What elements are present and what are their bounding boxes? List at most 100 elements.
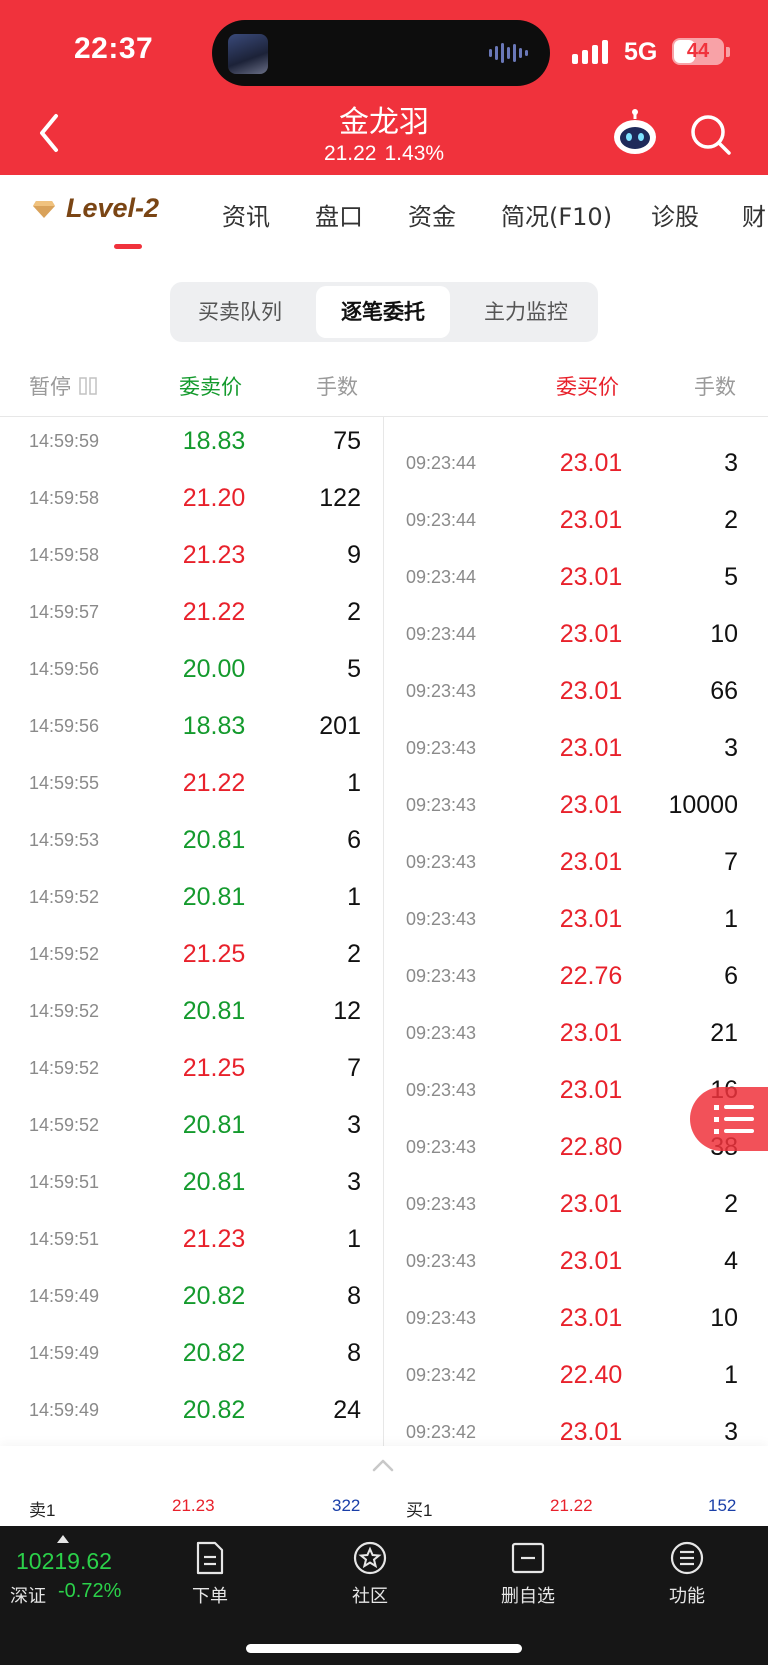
- order-time: 09:23:43: [406, 1080, 477, 1100]
- battery-icon: 44: [672, 38, 724, 65]
- order-qty: 5: [724, 563, 738, 591]
- buy-row: 09:23:42 22.40 1: [384, 1351, 768, 1408]
- order-qty: 5: [347, 655, 361, 683]
- network-label: 5G: [624, 38, 658, 66]
- sell-row: 14:59:52 20.81 12: [0, 987, 383, 1044]
- order-time: 14:59:52: [29, 944, 100, 964]
- view-segment: 买卖队列 逐笔委托 主力监控: [170, 282, 598, 342]
- order-qty: 1: [347, 769, 361, 797]
- order-qty: 3: [724, 449, 738, 477]
- order-qty: 2: [347, 940, 361, 968]
- search-button[interactable]: [688, 112, 734, 158]
- media-thumbnail: [228, 34, 268, 74]
- order-qty: 12: [333, 997, 361, 1025]
- order-qty: 3: [347, 1168, 361, 1196]
- pause-icon: [79, 377, 97, 395]
- sell-row: 14:59:51 20.81 3: [0, 1158, 383, 1215]
- order-qty: 1: [724, 1361, 738, 1389]
- nav-functions[interactable]: 功能: [637, 1534, 737, 1614]
- order-qty: 9: [347, 541, 361, 569]
- order-qty: 10: [710, 1304, 738, 1332]
- nav-remove-watchlist[interactable]: 删自选: [478, 1534, 578, 1614]
- order-qty: 7: [724, 848, 738, 876]
- buy-price-header: 委买价: [556, 375, 619, 399]
- order-time: 09:23:42: [406, 1365, 477, 1385]
- order-time: 09:23:43: [406, 738, 477, 758]
- sell-row: 14:59:58 21.23 9: [0, 531, 383, 588]
- buy-order-list[interactable]: 09:23:4423.015 09:23:4423.01309:23:4423.0…: [384, 417, 768, 1446]
- tab-level2[interactable]: Level-2: [32, 193, 159, 224]
- buy-row: 09:23:43 23.01 2: [384, 1180, 768, 1237]
- order-time: 09:23:43: [406, 966, 477, 986]
- order-time: 14:59:49: [29, 1286, 100, 1306]
- app-screen: 22:37 5G 44 金龙羽 21.22 1.43% Level-2 资讯 盘…: [0, 0, 768, 1665]
- nav-order-label: 下单: [192, 1586, 228, 1607]
- home-indicator: [246, 1644, 522, 1653]
- order-qty: 1: [347, 883, 361, 911]
- order-qty: 8: [347, 1282, 361, 1310]
- pause-toggle[interactable]: 暂停: [29, 371, 99, 401]
- remove-watchlist-icon: [511, 1542, 545, 1574]
- sell-row: 14:59:53 20.81 6: [0, 816, 383, 873]
- active-tab-indicator: [114, 244, 142, 249]
- tab-news[interactable]: 资讯: [222, 197, 270, 232]
- segment-tick-orders[interactable]: 逐笔委托: [316, 286, 450, 338]
- segment-queue[interactable]: 买卖队列: [174, 286, 306, 338]
- sell-row: 14:59:52 20.81 3: [0, 1101, 383, 1158]
- order-time: 14:59:52: [29, 1115, 100, 1135]
- nav-community[interactable]: 社区: [320, 1534, 420, 1614]
- order-qty: 10000: [668, 791, 738, 819]
- buy-row: 09:23:44 23.01 3: [384, 439, 768, 496]
- tab-orderbook[interactable]: 盘口: [315, 197, 363, 232]
- order-qty: 2: [724, 506, 738, 534]
- sell1-price: 21.23: [172, 1496, 215, 1515]
- order-time: 09:23:44: [406, 453, 477, 473]
- chevron-up-icon[interactable]: [372, 1458, 394, 1472]
- order-qty: 21: [710, 1019, 738, 1047]
- floating-menu-button[interactable]: [690, 1087, 768, 1151]
- buy-row: 09:23:43 23.01 21: [384, 1009, 768, 1066]
- nav-remove-watchlist-label: 删自选: [501, 1586, 555, 1607]
- buy1-label: 买1: [406, 1501, 433, 1520]
- buy-qty-header: 手数: [694, 375, 736, 399]
- diamond-icon: [33, 200, 55, 218]
- sell-order-list[interactable]: 14:59:59 18.83 75 14:59:58 21.20 122 14:59:58 2…: [0, 417, 383, 1446]
- sell-row: 14:59:49 20.82 8: [0, 1329, 383, 1386]
- sell-row: 14:59:49 20.82 8: [0, 1272, 383, 1329]
- ai-assistant-button[interactable]: [610, 108, 660, 158]
- order-qty: 4: [724, 1247, 738, 1275]
- segment-main-monitor[interactable]: 主力监控: [460, 286, 592, 338]
- nav-order[interactable]: 下单: [160, 1534, 260, 1614]
- tab-finance[interactable]: 财: [742, 197, 766, 232]
- sell1-label: 卖1: [29, 1501, 56, 1520]
- order-time: 14:59:52: [29, 1058, 100, 1078]
- sell-row: 14:59:49 20.82 24: [0, 1386, 383, 1443]
- buy-row: 09:23:4423.015: [384, 553, 768, 610]
- search-icon: [691, 115, 731, 155]
- list-menu-icon: [714, 1105, 754, 1134]
- status-time: 22:37: [74, 32, 154, 65]
- order-time: 09:23:43: [406, 1137, 477, 1157]
- order-time: 14:59:52: [29, 1001, 100, 1021]
- order-time: 14:59:53: [29, 830, 100, 850]
- order-qty: 1: [724, 905, 738, 933]
- order-qty: 2: [347, 598, 361, 626]
- tab-funds[interactable]: 资金: [408, 197, 456, 232]
- tab-f10[interactable]: 简况(F10): [501, 197, 612, 232]
- buy-row: 09:23:44 23.01 2: [384, 496, 768, 553]
- order-time: 09:23:43: [406, 1308, 477, 1328]
- sell-row: 14:59:55 21.22 1: [0, 759, 383, 816]
- order-qty: 3: [724, 1418, 738, 1446]
- order-qty: 10: [710, 620, 738, 648]
- order-time: 14:59:59: [29, 431, 100, 451]
- column-divider: [383, 416, 384, 1446]
- best-bid-ask-bar: 卖1 21.23 322 买1 21.22 152: [0, 1446, 768, 1526]
- buy-row: 09:23:43 23.01 3: [384, 724, 768, 781]
- menu-icon: [670, 1541, 704, 1575]
- order-doc-icon: [196, 1541, 224, 1575]
- tab-diagnosis[interactable]: 诊股: [651, 197, 699, 232]
- order-time: 14:59:52: [29, 887, 100, 907]
- order-qty: 5: [628, 417, 738, 421]
- order-time: 14:59:49: [29, 1343, 100, 1363]
- sell-qty-header: 手数: [316, 375, 358, 399]
